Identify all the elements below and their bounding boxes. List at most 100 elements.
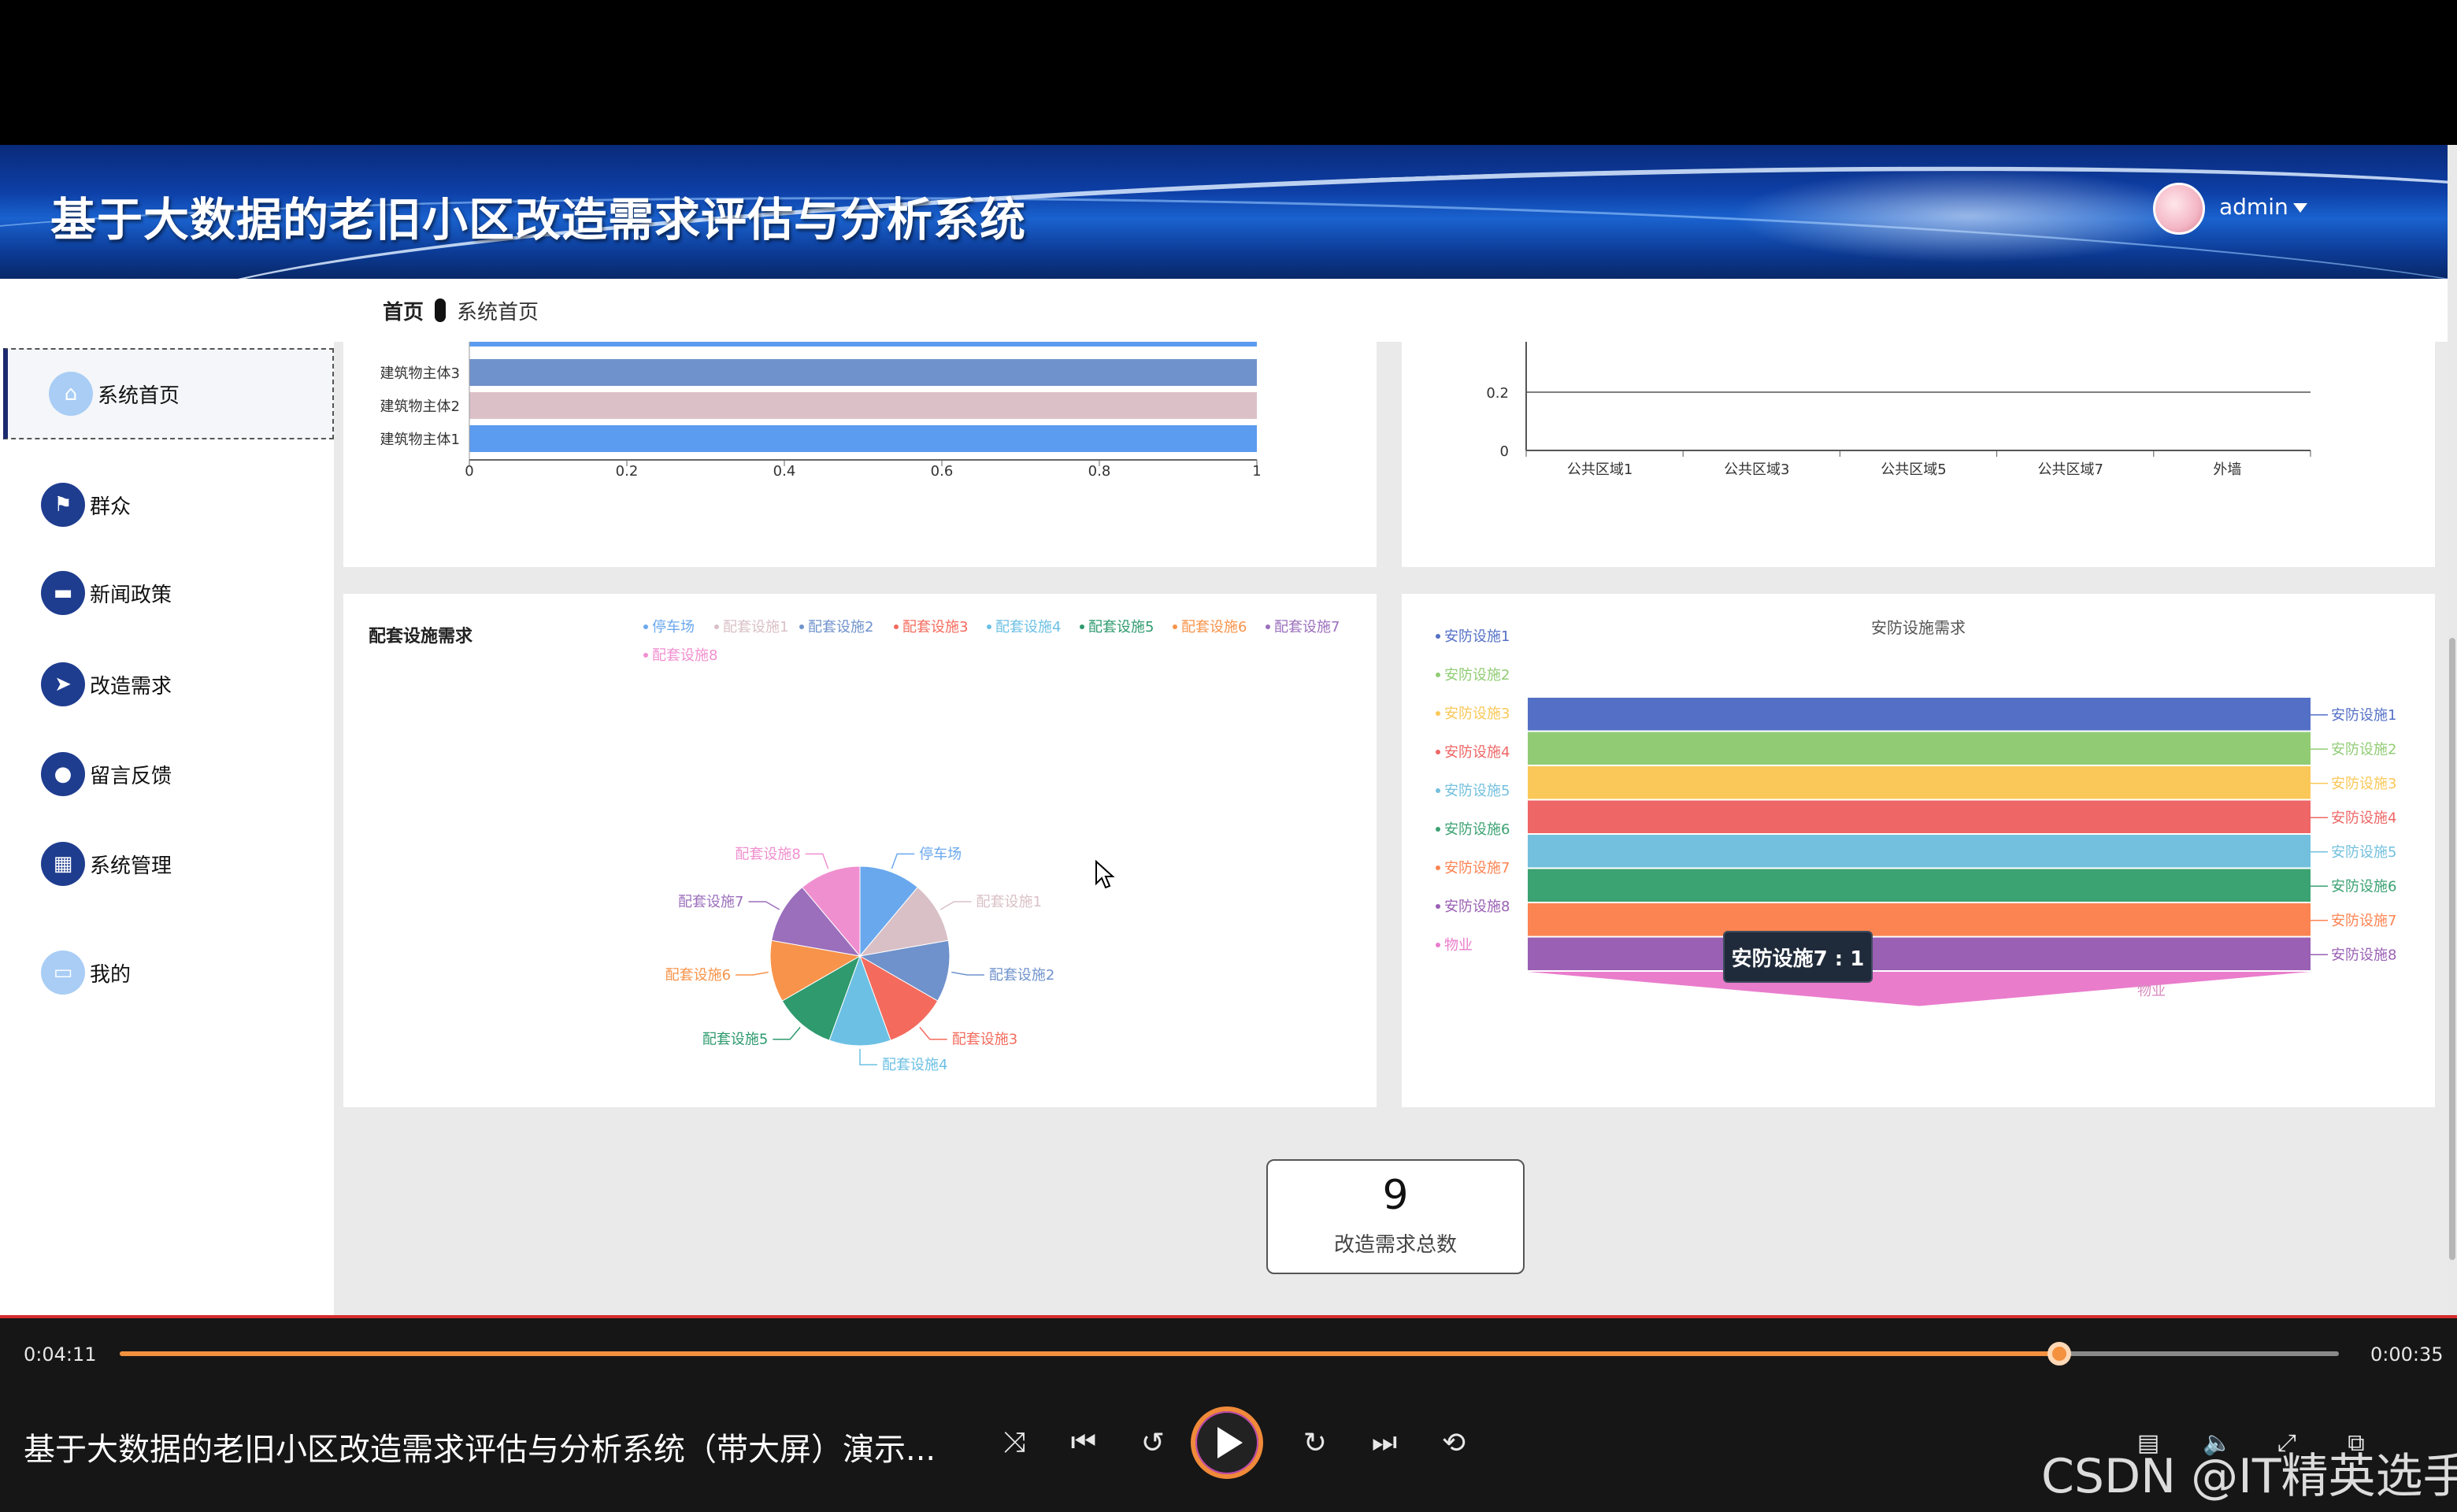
- pie-label-line: [859, 1049, 877, 1065]
- funnel-segment: [1528, 732, 2311, 765]
- pie-slice-label: 配套设施6: [665, 967, 731, 984]
- legend-label: 安防设施3: [1444, 706, 1510, 722]
- legend-label: 安防设施1: [1444, 628, 1510, 645]
- play-button[interactable]: [1191, 1406, 1263, 1479]
- progress-knob[interactable]: [2048, 1342, 2071, 1366]
- sidebar-item-system[interactable]: ▦ 系统管理: [0, 821, 334, 907]
- funnel-title: 安防设施需求: [1871, 618, 1966, 637]
- funnel-overlay-label: 物业: [2137, 983, 2166, 999]
- funnel-segment: [1528, 698, 2311, 731]
- legend-label: 物业: [1444, 937, 1473, 954]
- legend-marker: [799, 624, 804, 629]
- sidebar-item-masses[interactable]: ⚑ 群众: [0, 461, 334, 548]
- funnel-label: 安防设施6: [2331, 878, 2396, 895]
- next-icon[interactable]: ⏭: [1364, 1422, 1405, 1463]
- pie-slice-label: 配套设施3: [952, 1032, 1017, 1048]
- pie-slice-label: 停车场: [919, 846, 962, 862]
- funnel-segment: [1528, 972, 2311, 1006]
- public-area-panel: 0 0.2 公共区域1 公共区域3 公共区域5 公共区域7 外墙: [1402, 342, 2435, 567]
- security-funnel-panel: 安防设施需求 安防设施1 安防设施2 安防设施3 安防设施4 安防设施5 安防设施6 安防设施…: [1402, 594, 2435, 1107]
- app-title: 基于大数据的老旧小区改造需求评估与分析系统: [50, 193, 1027, 246]
- avatar[interactable]: [2153, 183, 2205, 235]
- legend-marker: [643, 624, 648, 629]
- funnel-segment: [1528, 835, 2311, 868]
- pie-slice-label: 配套设施4: [882, 1057, 947, 1073]
- previous-icon[interactable]: ⏮: [1063, 1422, 1104, 1463]
- total-demand-card: 9 改造需求总数: [1266, 1159, 1525, 1274]
- funnel-segment: [1528, 766, 2311, 799]
- pie-title: 配套设施需求: [369, 627, 473, 647]
- shuffle-icon[interactable]: ⤨: [994, 1422, 1035, 1463]
- legend-marker: [1436, 904, 1440, 909]
- legend-marker: [894, 624, 899, 629]
- pie-slice-label: 配套设施1: [976, 894, 1042, 910]
- legend-marker: [1266, 624, 1270, 629]
- flag-icon: ⚑: [41, 483, 85, 527]
- funnel-label: 安防设施1: [2331, 707, 2396, 724]
- player-top-line: [0, 1315, 2457, 1318]
- forward-30-icon[interactable]: ↻: [1295, 1422, 1336, 1463]
- mouse-cursor: [1095, 860, 1115, 889]
- pie-label-line: [805, 853, 829, 869]
- legend-marker: [1173, 624, 1177, 629]
- legend-marker: [1436, 827, 1440, 832]
- play-icon: [1217, 1427, 1243, 1458]
- total-demand-value: 9: [1382, 1172, 1409, 1219]
- sidebar-item-news[interactable]: ▬ 新闻政策: [0, 550, 334, 636]
- x-tick-label: 外墙: [2213, 461, 2241, 478]
- pie-slice-label: 配套设施8: [735, 846, 800, 862]
- rewind-10-icon[interactable]: ↺: [1132, 1422, 1173, 1463]
- legend-label: 配套设施5: [1088, 619, 1154, 636]
- sidebar-item-label: 群众: [90, 495, 132, 519]
- legend-label: 安防设施4: [1444, 744, 1510, 761]
- legend-marker: [987, 624, 991, 629]
- funnel-label: 安防设施5: [2331, 844, 2396, 861]
- building-bar-chart: 建筑物主体3 建筑物主体2 建筑物主体1 0 0.2 0.4 0.6 0.8 1: [380, 337, 1262, 480]
- chevron-down-icon[interactable]: [2293, 203, 2307, 213]
- breadcrumb-home[interactable]: 首页: [383, 296, 424, 325]
- breadcrumb-separator: [435, 298, 447, 322]
- legend-marker: [1080, 624, 1084, 629]
- bar-mark: [469, 337, 1257, 346]
- breadcrumb: 首页 系统首页: [383, 295, 539, 326]
- x-tick-label: 公共区域1: [1567, 461, 1632, 478]
- bar-category-label: 建筑物主体2: [380, 398, 460, 415]
- funnel-segment: [1528, 903, 2311, 936]
- bar-mark: [469, 359, 1257, 386]
- bar-category-label: 建筑物主体3: [380, 365, 460, 382]
- x-tick-label: 0.8: [1088, 463, 1111, 480]
- user-name[interactable]: admin: [2219, 194, 2288, 220]
- sidebar-item-feedback[interactable]: ● 留言反馈: [0, 731, 334, 817]
- legend-marker: [1436, 750, 1440, 754]
- scrollbar-thumb[interactable]: [2449, 638, 2455, 1260]
- building-bar-panel: 建筑物主体3 建筑物主体2 建筑物主体1 0 0.2 0.4 0.6 0.8 1: [343, 337, 1377, 567]
- legend-label: 配套设施6: [1181, 619, 1247, 636]
- bar-mark: [469, 425, 1257, 452]
- breadcrumb-current: 系统首页: [457, 300, 539, 324]
- pie-slice-label: 配套设施2: [989, 967, 1054, 984]
- bar-mark: [469, 392, 1257, 419]
- total-demand-label: 改造需求总数: [1333, 1233, 1457, 1257]
- screen: 基于大数据的老旧小区改造需求评估与分析系统 admin 首页 系统首页 ⌂ 系统…: [0, 0, 2457, 1512]
- x-tick-label: 1: [1252, 463, 1261, 480]
- funnel-label: 安防设施4: [2331, 810, 2396, 826]
- y-tick-label: 0: [1500, 443, 1509, 460]
- pie-label-line: [773, 1026, 801, 1040]
- facility-pie-chart: 停车场配套设施1 配套设施2 配套设施3 配套设施4 配套设施5 配套设施6 配套设施7 配套…: [643, 619, 1340, 1073]
- sidebar-item-label: 新闻政策: [90, 583, 172, 607]
- pie-label-line: [891, 853, 915, 869]
- sidebar-item-home[interactable]: ⌂ 系统首页: [3, 348, 334, 439]
- pie-label-line: [951, 971, 984, 976]
- bar-category-label: 建筑物主体1: [380, 432, 460, 448]
- loop-icon[interactable]: ⟲: [1433, 1422, 1474, 1463]
- total-time: 0:00:35: [2370, 1343, 2444, 1366]
- sidebar-item-mine[interactable]: ▭ 我的: [0, 929, 334, 1016]
- sidebar-item-demand[interactable]: ➤ 改造需求: [0, 641, 334, 728]
- y-tick-label: 0.2: [1486, 385, 1509, 402]
- pie-label-line: [736, 971, 769, 976]
- chart-tooltip: 安防设施7 : 1: [1723, 931, 1873, 983]
- legend-label: 安防设施8: [1444, 899, 1510, 915]
- grid-icon: ▦: [41, 842, 85, 886]
- funnel-segment: [1528, 937, 2311, 970]
- pie-slice-label: 配套设施7: [678, 894, 743, 910]
